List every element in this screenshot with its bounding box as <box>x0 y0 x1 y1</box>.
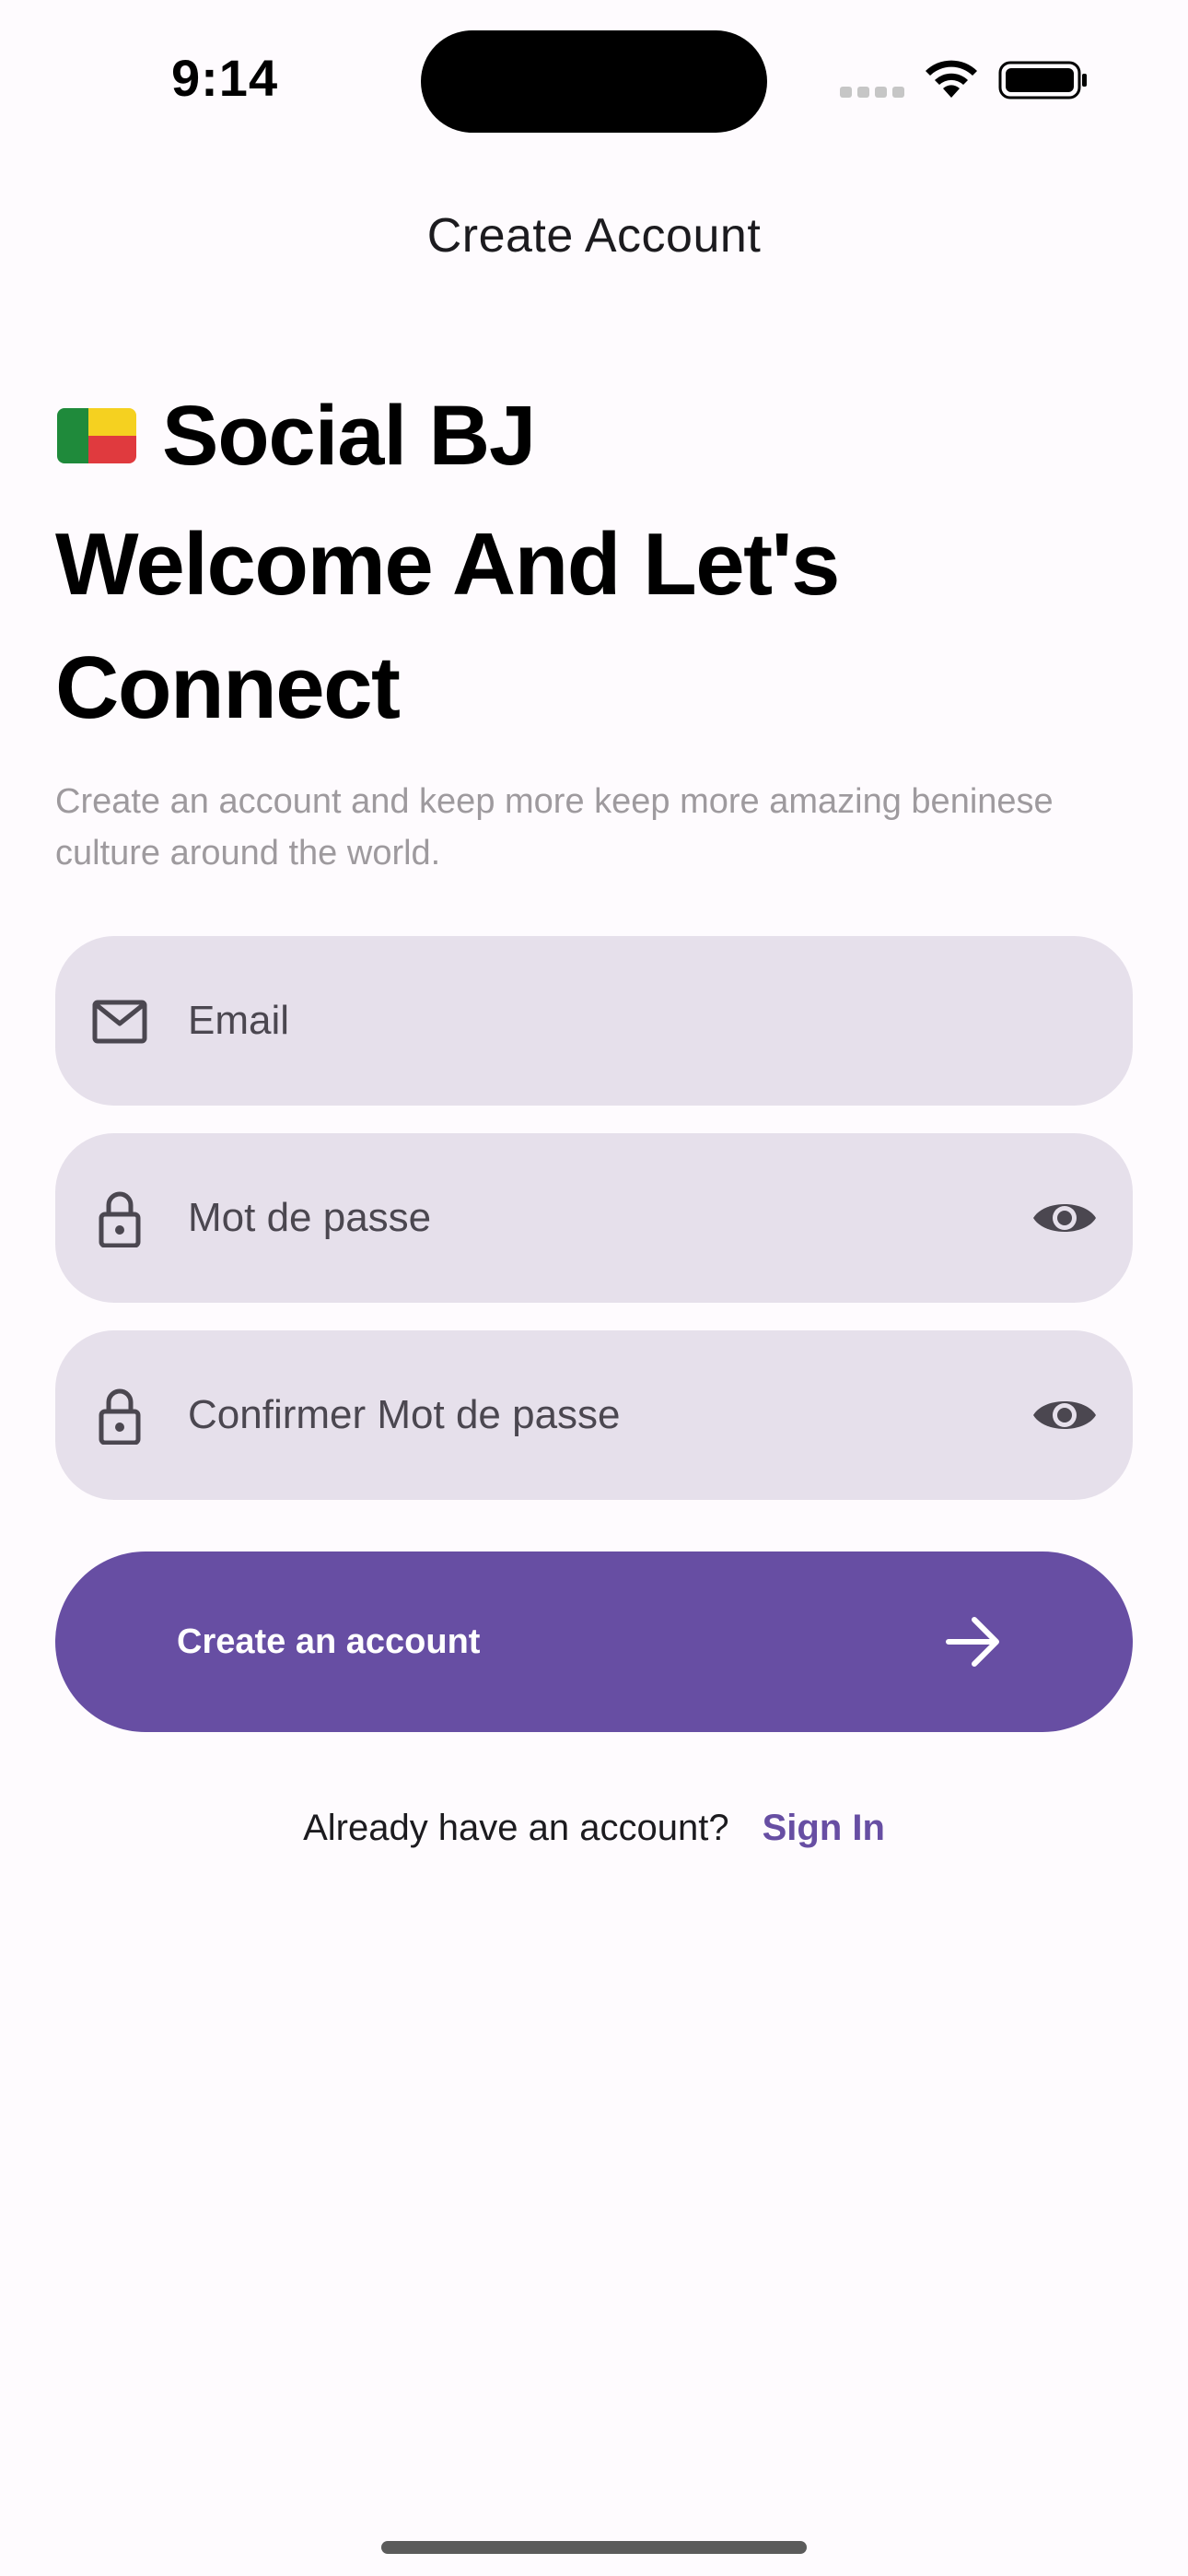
status-time: 9:14 <box>171 49 279 107</box>
home-indicator[interactable] <box>381 2541 807 2554</box>
brand: Social BJ <box>57 385 536 486</box>
confirm-password-field[interactable]: Confirmer Mot de passe <box>55 1330 1133 1500</box>
brand-name: Social BJ <box>162 388 536 483</box>
create-account-label: Create an account <box>177 1622 481 1661</box>
lock-icon <box>90 1190 149 1248</box>
signin-prompt: Already have an account? Sign In <box>0 1800 1188 1856</box>
battery-icon <box>998 61 1087 100</box>
cellular-signal-icon <box>840 87 904 98</box>
confirm-password-placeholder: Confirmer Mot de passe <box>188 1392 621 1437</box>
password-field[interactable]: Mot de passe <box>55 1133 1133 1303</box>
create-account-button[interactable]: Create an account <box>55 1551 1133 1732</box>
welcome-subtitle: Create an account and keep more keep mor… <box>55 782 1054 872</box>
arrow-right-icon <box>946 1617 999 1667</box>
email-placeholder: Email <box>188 998 290 1043</box>
password-placeholder: Mot de passe <box>188 1195 432 1240</box>
wifi-icon <box>926 60 977 98</box>
headline-line-1: Welcome And Let's <box>55 515 840 614</box>
signin-question: Already have an account? <box>303 1808 729 1848</box>
welcome-headline: Welcome And Let's Connect <box>55 503 1124 750</box>
page-title: Create Account <box>426 209 762 263</box>
sign-in-link[interactable]: Sign In <box>763 1808 885 1848</box>
lock-icon <box>90 1388 149 1446</box>
email-field[interactable]: Email <box>55 936 1133 1106</box>
eye-icon[interactable] <box>1031 1386 1098 1445</box>
headline-line-2: Connect <box>55 638 401 737</box>
benin-flag-icon <box>57 408 136 463</box>
create-account-screen: 9:14 Create Account Social BJ Welcome An… <box>0 0 1188 2576</box>
eye-icon[interactable] <box>1031 1188 1098 1247</box>
dynamic-island <box>421 30 767 133</box>
mail-icon <box>90 993 149 1050</box>
